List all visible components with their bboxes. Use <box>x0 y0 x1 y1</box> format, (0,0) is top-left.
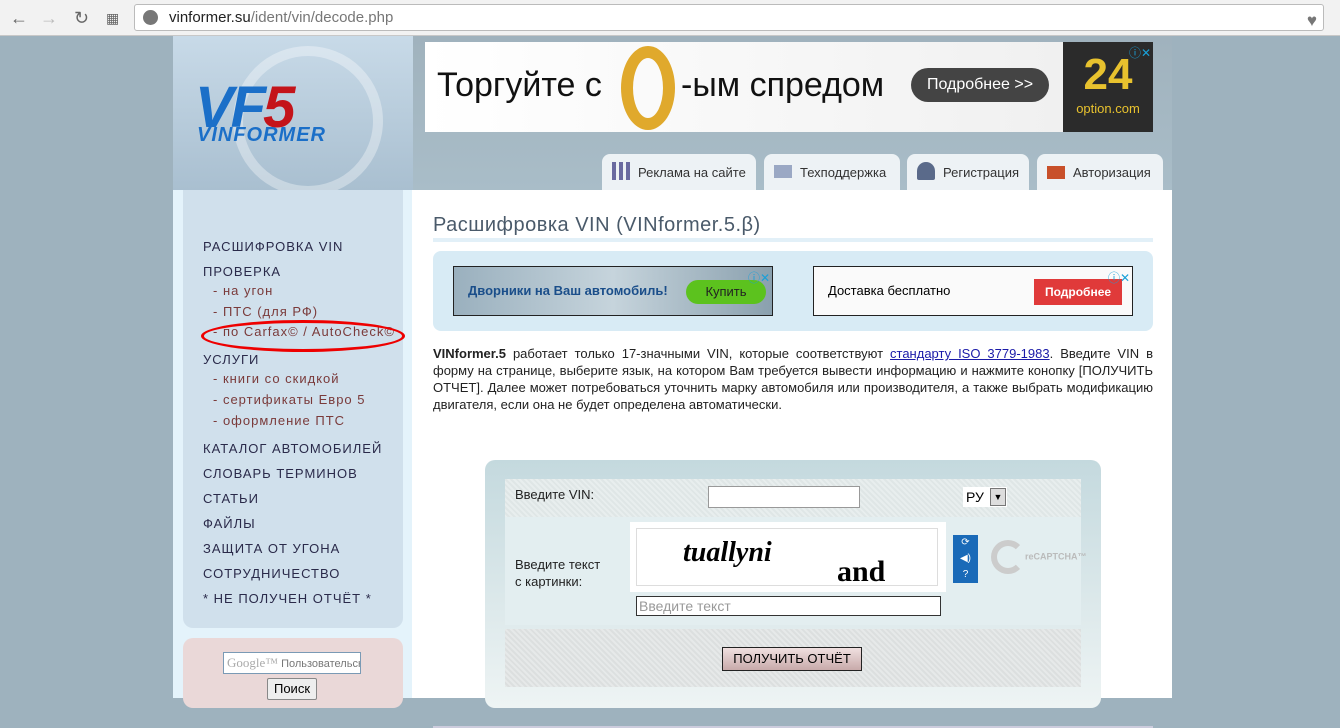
envelope-icon <box>774 165 792 178</box>
refresh-captcha-icon[interactable]: ⟳ <box>953 535 978 551</box>
sidebar: РАСШИФРОВКА VIN ПРОВЕРКА - на угон - ПТС (д… <box>183 190 403 628</box>
red-highlight-annotation <box>201 320 405 352</box>
ads-block: Дворники на Ваш автомобиль! Купить ⓘ✕ Дост… <box>433 251 1153 331</box>
main-content: Расшифровка VIN (VINformer.5.β) Дворники… <box>412 190 1172 728</box>
globe-icon <box>143 10 158 25</box>
captcha-input[interactable]: Введите текст <box>636 596 941 616</box>
reload-icon[interactable]: ↻ <box>74 8 89 29</box>
site: VF5 VINFORMER Торгуйте с -ым спредом Под… <box>173 36 1172 728</box>
sidebar-item[interactable]: ФАЙЛЫ <box>203 516 256 531</box>
help-icon[interactable]: ? <box>953 567 978 583</box>
back-icon[interactable]: ← <box>10 8 28 29</box>
sidebar-item[interactable]: - книги со скидкой <box>213 371 340 386</box>
banner-more-button[interactable]: Подробнее >> <box>911 68 1049 102</box>
chevron-down-icon: ▼ <box>990 488 1006 506</box>
captcha-label: Введите текст <box>515 557 601 572</box>
sidebar-item[interactable]: РАСШИФРОВКА VIN <box>203 239 343 254</box>
user-add-icon <box>917 162 935 180</box>
ad-delivery[interactable]: Доставка бесплатно Подробнее ⓘ✕ <box>813 266 1133 316</box>
recaptcha-logo: reCAPTCHA™ <box>991 540 1087 574</box>
audio-captcha-icon[interactable]: ◀) <box>953 551 978 567</box>
vin-label: Введите VIN: <box>515 487 595 502</box>
zero-graphic <box>621 46 675 130</box>
iso-standard-link[interactable]: стандарту ISO 3779-1983 <box>890 346 1050 361</box>
ad-wipers[interactable]: Дворники на Ваш автомобиль! Купить ⓘ✕ <box>453 266 773 316</box>
search-input[interactable]: Google™ Пользовательски <box>223 652 361 674</box>
page-title: Расшифровка VIN (VINformer.5.β) <box>433 214 761 236</box>
vin-input[interactable] <box>708 486 860 508</box>
sidebar-item[interactable]: ЗАЩИТА ОТ УГОНА <box>203 541 340 556</box>
logo[interactable]: VF5 VINFORMER <box>173 36 413 190</box>
ad-close-icon[interactable]: ⓘ✕ <box>1108 269 1130 286</box>
banner-text: Торгуйте с <box>437 66 602 104</box>
language-select[interactable]: РУ ▼ <box>963 487 1007 507</box>
banner-text-2: -ым спредом <box>681 66 885 104</box>
sidebar-item[interactable]: УСЛУГИ <box>203 352 259 367</box>
apps-icon[interactable]: ▦ <box>106 10 119 27</box>
sidebar-item[interactable]: * НЕ ПОЛУЧЕН ОТЧЁТ * <box>203 591 372 606</box>
sidebar-item[interactable]: - на угон <box>213 283 273 298</box>
get-report-button[interactable]: ПОЛУЧИТЬ ОТЧЁТ <box>722 647 862 671</box>
tab-support[interactable]: Техподдержка <box>764 154 900 190</box>
url-path: /ident/vin/decode.php <box>250 9 394 26</box>
sidebar-item[interactable]: СЛОВАРЬ ТЕРМИНОВ <box>203 466 358 481</box>
search-button[interactable]: Поиск <box>267 678 317 700</box>
sidebar-item[interactable]: - оформление ПТС <box>213 413 345 428</box>
sidebar-item[interactable]: КАТАЛОГ АВТОМОБИЛЕЙ <box>203 441 382 456</box>
tab-registration[interactable]: Регистрация <box>907 154 1029 190</box>
sidebar-item[interactable]: СОТРУДНИЧЕСТВО <box>203 566 340 581</box>
ad-banner[interactable]: Торгуйте с -ым спредом Подробнее >> 24 op… <box>425 42 1153 132</box>
browser-toolbar: ← → ↻ ▦ vinformer.su/ident/vin/decode.ph… <box>0 0 1340 36</box>
tab-advertising[interactable]: Реклама на сайте <box>602 154 756 190</box>
tab-login[interactable]: Авторизация <box>1037 154 1163 190</box>
ad-close-icon[interactable]: ⓘ✕ <box>1129 44 1151 61</box>
sidebar-item[interactable]: СТАТЬИ <box>203 491 259 506</box>
captcha-label-2: с картинки: <box>515 574 583 589</box>
header: VF5 VINFORMER Торгуйте с -ым спредом Под… <box>173 36 1172 190</box>
sidebar-item[interactable]: ПРОВЕРКА <box>203 264 281 279</box>
bar-chart-icon <box>612 162 630 180</box>
address-bar[interactable]: vinformer.su/ident/vin/decode.php ♥ <box>134 4 1324 31</box>
intro-text: VINformer.5 работает только 17-значными … <box>433 346 1153 412</box>
ad-close-icon[interactable]: ⓘ✕ <box>748 269 770 286</box>
sidebar-item[interactable]: - ПТС (для РФ) <box>213 304 318 319</box>
bookmark-heart-icon[interactable]: ♥ <box>1307 8 1317 33</box>
vin-form: Введите VIN: РУ ▼ Введите текст с картинк… <box>485 460 1101 708</box>
url-host: vinformer.su <box>169 9 251 26</box>
forward-icon[interactable]: → <box>40 8 58 29</box>
sidebar-item[interactable]: - сертификаты Евро 5 <box>213 392 366 407</box>
captcha-image: tuallyni and <box>630 522 946 592</box>
lock-icon <box>1047 166 1065 179</box>
